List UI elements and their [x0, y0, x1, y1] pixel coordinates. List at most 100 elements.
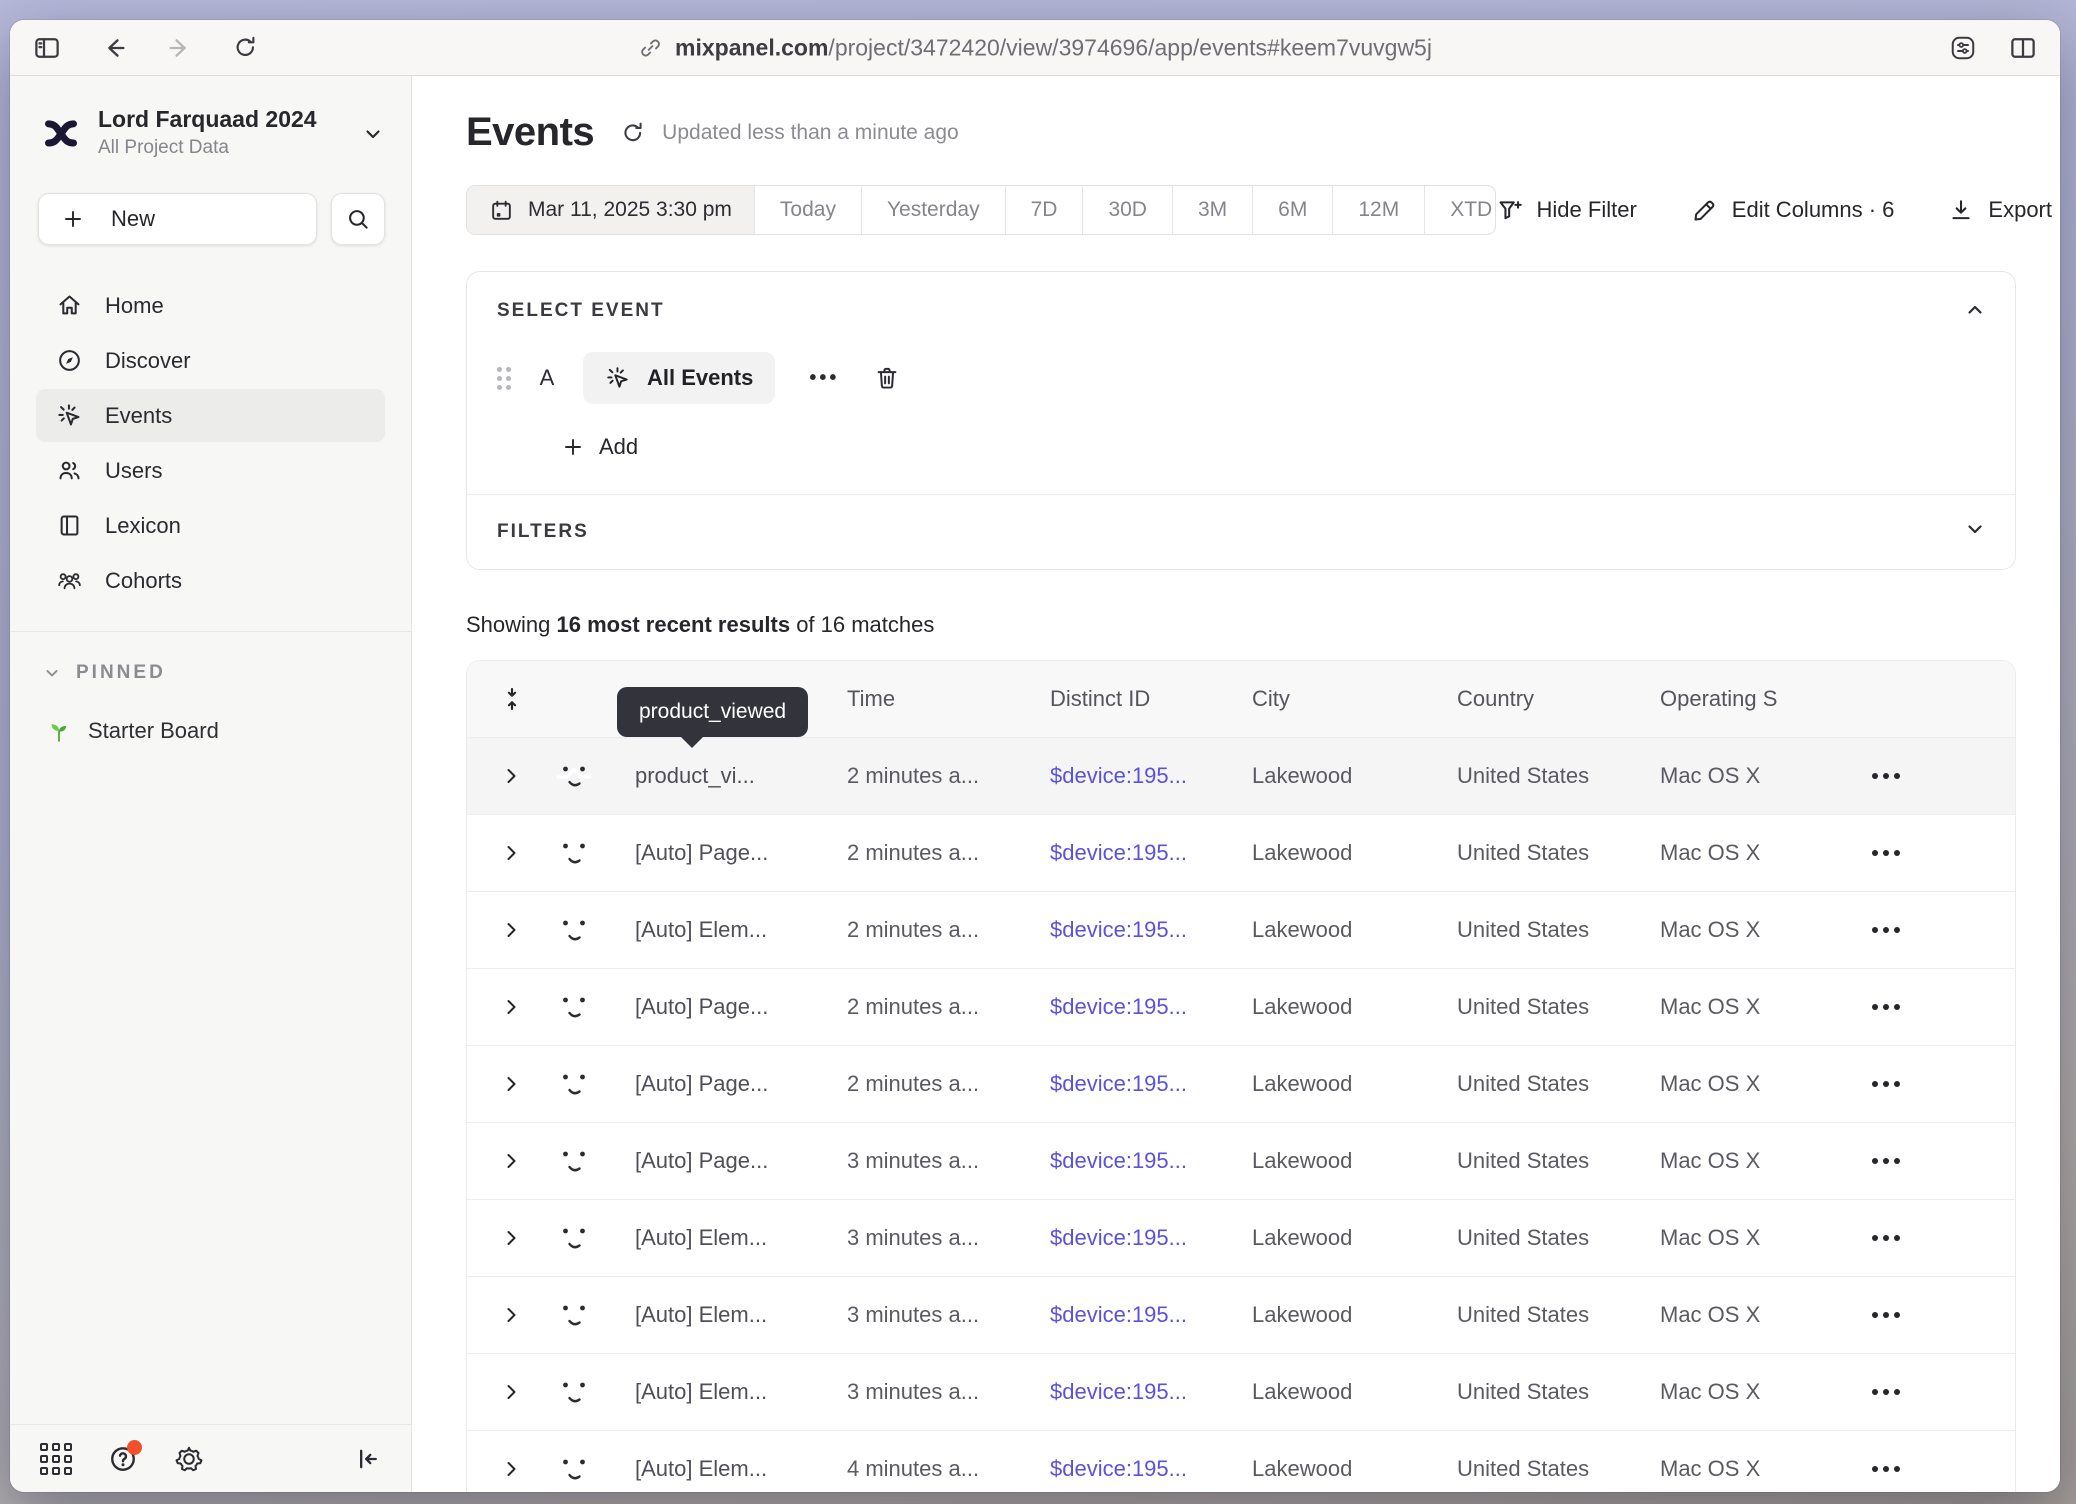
- event-avatar: [551, 1446, 627, 1492]
- collapse-rows-icon[interactable]: [467, 686, 551, 712]
- sidebar-item-lexicon[interactable]: Lexicon: [36, 499, 385, 552]
- chevron-right-icon[interactable]: [467, 1149, 551, 1173]
- range-yesterday-button[interactable]: Yesterday: [861, 186, 1005, 234]
- row-actions-icon[interactable]: [1852, 927, 2015, 933]
- edit-columns-button[interactable]: Edit Columns · 6: [1691, 197, 1895, 224]
- sidebar-item-starter-board[interactable]: Starter Board: [10, 684, 411, 744]
- split-view-icon[interactable]: [2008, 33, 2038, 63]
- city-cell: Lakewood: [1244, 1148, 1449, 1174]
- table-row[interactable]: [Auto] Elem... 3 minutes a... $device:19…: [467, 1277, 2015, 1354]
- trash-icon[interactable]: [873, 364, 901, 392]
- time-cell: 2 minutes a...: [839, 763, 1042, 789]
- row-actions-icon[interactable]: [1852, 850, 2015, 856]
- table-row[interactable]: [Auto] Page... 2 minutes a... $device:19…: [467, 969, 2015, 1046]
- range-today-button[interactable]: Today: [754, 186, 861, 234]
- back-icon[interactable]: [100, 34, 128, 62]
- search-button[interactable]: [331, 193, 385, 245]
- sidebar-item-home[interactable]: Home: [36, 279, 385, 332]
- distinct-id-link[interactable]: $device:195...: [1042, 994, 1244, 1020]
- row-actions-icon[interactable]: [1852, 1158, 2015, 1164]
- add-event-button[interactable]: Add: [561, 434, 638, 460]
- column-header-os[interactable]: Operating S: [1652, 686, 1852, 712]
- distinct-id-link[interactable]: $device:195...: [1042, 840, 1244, 866]
- new-button[interactable]: New: [38, 193, 317, 245]
- chevron-right-icon[interactable]: [467, 764, 551, 788]
- sidebar-toggle-icon[interactable]: [32, 33, 62, 63]
- distinct-id-link[interactable]: $device:195...: [1042, 917, 1244, 943]
- column-header-city[interactable]: City: [1244, 686, 1449, 712]
- sidebar-item-events[interactable]: Events: [36, 389, 385, 442]
- column-header-country[interactable]: Country: [1449, 686, 1652, 712]
- apps-grid-icon[interactable]: [40, 1443, 72, 1475]
- search-icon: [345, 206, 371, 232]
- table-row[interactable]: [Auto] Page... 2 minutes a... $device:19…: [467, 815, 2015, 892]
- table-row[interactable]: [Auto] Elem... 2 minutes a... $device:19…: [467, 892, 2015, 969]
- table-row[interactable]: [Auto] Page... 3 minutes a... $device:19…: [467, 1123, 2015, 1200]
- reload-icon[interactable]: [232, 34, 259, 61]
- chevron-right-icon[interactable]: [467, 841, 551, 865]
- chevron-right-icon[interactable]: [467, 995, 551, 1019]
- range-12m-button[interactable]: 12M: [1332, 186, 1424, 234]
- help-icon[interactable]: [108, 1444, 138, 1474]
- chevron-right-icon[interactable]: [467, 1226, 551, 1250]
- export-button[interactable]: Export: [1948, 197, 2052, 223]
- project-switcher[interactable]: Lord Farquaad 2024 All Project Data: [10, 98, 411, 167]
- date-picker-button[interactable]: Mar 11, 2025 3:30 pm: [467, 186, 754, 234]
- row-actions-icon[interactable]: [1852, 773, 2015, 779]
- chevron-down-icon[interactable]: [1963, 517, 1987, 541]
- range-7d-button[interactable]: 7D: [1005, 186, 1083, 234]
- table-row[interactable]: [Auto] Page... 2 minutes a... $device:19…: [467, 1046, 2015, 1123]
- hide-filter-button[interactable]: Hide Filter: [1496, 197, 1637, 224]
- cohorts-icon: [56, 567, 83, 594]
- distinct-id-link[interactable]: $device:195...: [1042, 1456, 1244, 1482]
- range-xtd-dropdown[interactable]: XTD: [1424, 186, 1495, 234]
- chevron-right-icon[interactable]: [467, 918, 551, 942]
- column-header-distinct-id[interactable]: Distinct ID: [1042, 686, 1244, 712]
- chevron-up-icon[interactable]: [1963, 298, 1987, 322]
- distinct-id-link[interactable]: $device:195...: [1042, 1225, 1244, 1251]
- chevron-right-icon[interactable]: [467, 1457, 551, 1481]
- sidebar-item-discover[interactable]: Discover: [36, 334, 385, 387]
- distinct-id-link[interactable]: $device:195...: [1042, 1071, 1244, 1097]
- range-30d-button[interactable]: 30D: [1082, 186, 1172, 234]
- collapse-sidebar-icon[interactable]: [353, 1445, 381, 1473]
- forward-icon[interactable]: [166, 34, 194, 62]
- range-xtd-label: XTD: [1450, 198, 1492, 222]
- sidebar-item-label: Home: [105, 293, 164, 319]
- drag-handle[interactable]: [497, 367, 511, 390]
- pinned-section-header[interactable]: PINNED: [10, 632, 411, 684]
- event-name-cell: [Auto] Elem...: [627, 1225, 839, 1251]
- sidebar-item-label: Events: [105, 403, 172, 429]
- event-selector-pill[interactable]: All Events: [583, 352, 775, 404]
- sidebar-item-cohorts[interactable]: Cohorts: [36, 554, 385, 607]
- sidebar-item-users[interactable]: Users: [36, 444, 385, 497]
- column-header-time[interactable]: Time: [839, 686, 1042, 712]
- chevron-right-icon[interactable]: [467, 1072, 551, 1096]
- page-settings-icon[interactable]: [1948, 33, 1978, 63]
- range-3m-button[interactable]: 3M: [1172, 186, 1252, 234]
- table-row[interactable]: [Auto] Elem... 3 minutes a... $device:19…: [467, 1354, 2015, 1431]
- distinct-id-link[interactable]: $device:195...: [1042, 1148, 1244, 1174]
- event-tooltip: product_viewed: [617, 687, 808, 737]
- settings-gear-icon[interactable]: [174, 1444, 204, 1474]
- event-more-icon[interactable]: •••: [801, 367, 847, 390]
- range-6m-button[interactable]: 6M: [1252, 186, 1332, 234]
- row-actions-icon[interactable]: [1852, 1004, 2015, 1010]
- chevron-right-icon[interactable]: [467, 1380, 551, 1404]
- row-actions-icon[interactable]: [1852, 1235, 2015, 1241]
- row-actions-icon[interactable]: [1852, 1312, 2015, 1318]
- row-actions-icon[interactable]: [1852, 1081, 2015, 1087]
- row-actions-icon[interactable]: [1852, 1466, 2015, 1472]
- table-row[interactable]: product_vi... 2 minutes a... $device:195…: [467, 738, 2015, 815]
- discover-icon: [56, 347, 83, 374]
- distinct-id-link[interactable]: $device:195...: [1042, 1379, 1244, 1405]
- row-actions-icon[interactable]: [1852, 1389, 2015, 1395]
- chevron-right-icon[interactable]: [467, 1303, 551, 1327]
- select-event-label: SELECT EVENT: [497, 300, 1985, 322]
- address-bar[interactable]: mixpanel.com/project/3472420/view/397469…: [638, 34, 1432, 61]
- distinct-id-link[interactable]: $device:195...: [1042, 763, 1244, 789]
- refresh-icon[interactable]: [620, 120, 646, 146]
- table-row[interactable]: [Auto] Elem... 4 minutes a... $device:19…: [467, 1431, 2015, 1492]
- distinct-id-link[interactable]: $device:195...: [1042, 1302, 1244, 1328]
- table-row[interactable]: [Auto] Elem... 3 minutes a... $device:19…: [467, 1200, 2015, 1277]
